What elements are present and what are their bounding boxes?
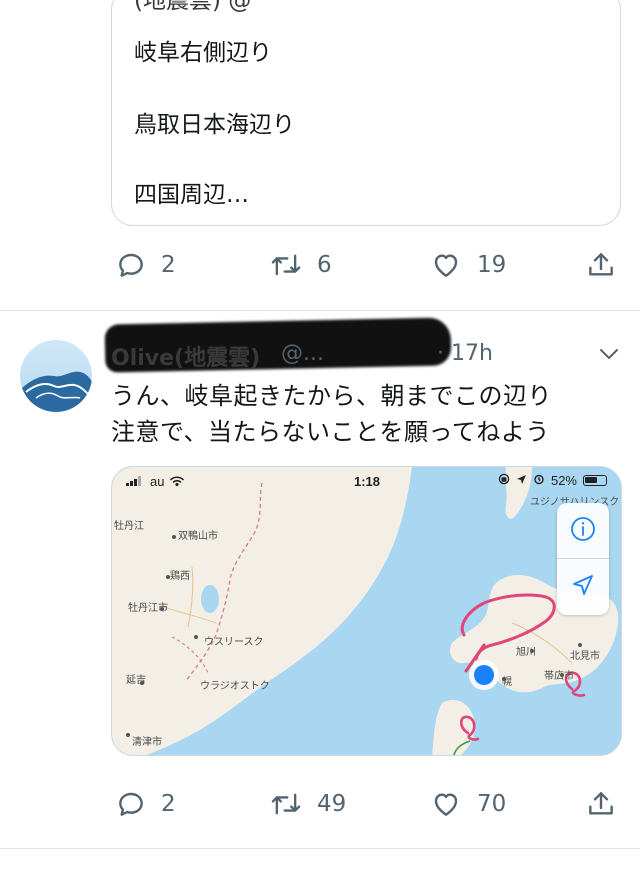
map-controls: [557, 503, 609, 615]
phone-status-bar: au 1:18 52%: [112, 467, 621, 495]
reply-count: 2: [161, 791, 176, 817]
share-icon: [585, 249, 617, 281]
tweet-text: うん、岐阜起きたから、朝までこの辺り 注意で、当たらないことを願ってねよう: [111, 378, 626, 450]
map-label: 幌: [502, 677, 512, 688]
retweet-count: 49: [317, 791, 347, 817]
chevron-down-icon[interactable]: [597, 344, 621, 368]
reply-count: 2: [161, 252, 176, 278]
tweet-action-bar: 2 49 70: [111, 784, 623, 824]
quoted-tweet-card[interactable]: (地震雲) @ 岐阜右側辺り 鳥取日本海辺り 四国周辺…: [111, 0, 621, 226]
retweet-count: 6: [317, 252, 332, 278]
heart-icon: [429, 788, 463, 820]
map-label: 牡丹江: [114, 521, 144, 532]
timestamp-separator: ·: [437, 341, 444, 366]
carrier-name: au: [150, 474, 165, 489]
tweet-text-line: 注意で、当たらないことを願ってねよう: [111, 418, 550, 446]
rotation-lock-icon: [498, 473, 510, 488]
display-name[interactable]: Olive(地震雲): [111, 340, 260, 372]
heart-icon: [429, 249, 463, 281]
retweet-icon: [269, 788, 303, 820]
map-label: 帯広市: [544, 671, 574, 682]
like-button[interactable]: 19: [429, 245, 506, 285]
quoted-text-line: 鳥取日本海辺り: [134, 112, 295, 138]
tweet-timestamp[interactable]: · 17h: [437, 341, 493, 366]
reply-icon: [115, 788, 147, 820]
reply-button[interactable]: 2: [115, 784, 176, 824]
map-label: 双鴨山市: [178, 531, 218, 542]
retweet-button[interactable]: 49: [269, 784, 346, 824]
tweet-header: Olive(地震雲) @... · 17h: [104, 317, 631, 378]
tweet-divider: [0, 310, 640, 311]
map-label: ウラジオストク: [200, 681, 270, 692]
like-count: 19: [477, 252, 507, 278]
reply-icon: [115, 249, 147, 281]
tweet-divider: [0, 848, 640, 849]
info-icon: [569, 515, 597, 547]
status-time: 1:18: [354, 474, 381, 489]
location-services-icon: [516, 473, 527, 488]
alarm-icon: [533, 473, 545, 488]
timestamp-value: 17h: [451, 341, 493, 366]
quoted-text-line: 岐阜右側辺り: [134, 40, 272, 66]
battery-icon: [583, 475, 607, 486]
quoted-tweet-header-cut: (地震雲) @: [134, 0, 252, 14]
map-locate-button[interactable]: [557, 559, 609, 615]
signal-icon: [126, 474, 144, 489]
tweet-media-image[interactable]: 牡丹江 双鴨山市 鶏西 牡丹江市 ウスリースク ウラジオストク 延吉 清津市 旭…: [111, 466, 622, 756]
like-button[interactable]: 70: [429, 784, 506, 824]
quoted-text-line: 四国周辺…: [134, 182, 249, 208]
wifi-icon: [170, 474, 185, 489]
map-label: 北見市: [570, 651, 600, 662]
map-label: 鶏西: [170, 571, 190, 582]
map-label: 清津市: [132, 737, 162, 748]
reply-button[interactable]: 2: [115, 245, 176, 285]
retweet-button[interactable]: 6: [269, 245, 332, 285]
tweet-action-bar: 2 6 19: [111, 245, 623, 285]
like-count: 70: [477, 791, 507, 817]
battery-percent: 52%: [550, 473, 577, 488]
share-button[interactable]: [585, 784, 617, 824]
map-info-button[interactable]: [557, 503, 609, 559]
map-label: ウスリースク: [204, 637, 264, 648]
avatar[interactable]: [20, 340, 92, 412]
tweet-text-line: うん、岐阜起きたから、朝までこの辺り: [111, 382, 552, 410]
map-graphic: [112, 467, 621, 755]
share-button[interactable]: [585, 245, 617, 285]
map-label: 旭川: [516, 647, 536, 658]
location-arrow-icon: [571, 573, 595, 601]
map-label: 牡丹江市: [128, 603, 168, 614]
share-icon: [585, 788, 617, 820]
map-label: 延吉: [126, 675, 146, 686]
retweet-icon: [269, 249, 303, 281]
user-handle[interactable]: @...: [281, 341, 324, 366]
